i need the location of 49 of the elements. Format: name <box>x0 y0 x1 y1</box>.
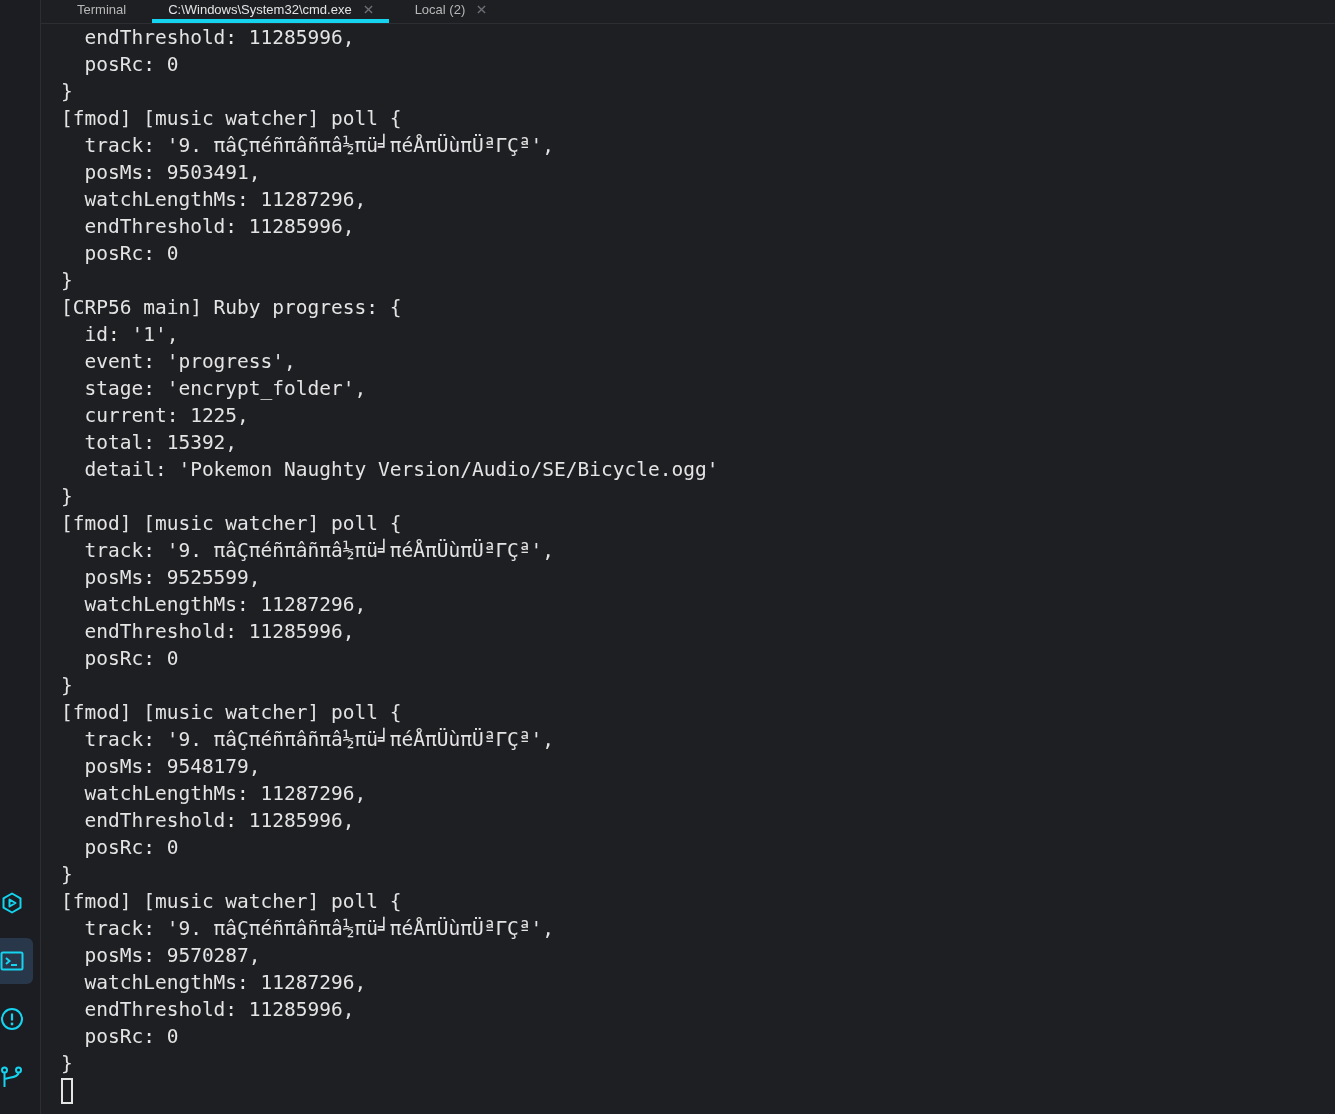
terminal-tab[interactable]: Terminal <box>61 0 143 23</box>
terminal-line: id: '1', <box>83 322 180 348</box>
terminal-line: [fmod] [music watcher] poll { <box>61 700 403 726</box>
terminal-line: [fmod] [music watcher] poll { <box>61 889 403 915</box>
terminal-line: current: 1225, <box>83 403 250 429</box>
activity-button[interactable] <box>0 938 33 984</box>
terminal-line: track: '9. πâÇπéñπâñπâ½πü╛πéÅπÜùπÜªΓÇª', <box>83 915 556 942</box>
terminal-line: } <box>61 484 74 510</box>
close-icon[interactable] <box>477 5 487 14</box>
terminal-line: [fmod] [music watcher] poll { <box>61 511 403 537</box>
terminal-icon <box>0 949 24 973</box>
run-icon <box>0 891 24 915</box>
terminal-line: posRc: 0 <box>83 1024 180 1050</box>
terminal-line: watchLengthMs: 11287296, <box>83 187 368 213</box>
close-icon[interactable] <box>363 5 373 14</box>
terminal-tab[interactable]: Local (2) <box>398 0 503 23</box>
warning-icon <box>0 1007 24 1031</box>
terminal-line: watchLengthMs: 11287296, <box>83 970 368 996</box>
terminal-line: endThreshold: 11285996, <box>83 619 356 645</box>
terminal-line: posMs: 9570287, <box>83 943 262 969</box>
terminal-line: endThreshold: 11285996, <box>83 808 356 834</box>
branch-icon <box>0 1065 24 1089</box>
terminal-line: watchLengthMs: 11287296, <box>83 781 368 807</box>
terminal-line: [CRP56 main] Ruby progress: { <box>61 295 403 321</box>
terminal-line: posRc: 0 <box>83 52 180 78</box>
terminal-line: posRc: 0 <box>83 241 180 267</box>
terminal-line: total: 15392, <box>83 430 239 456</box>
terminal-line: posMs: 9548179, <box>83 754 262 780</box>
terminal-line: posMs: 9525599, <box>83 565 262 591</box>
terminal-line: watchLengthMs: 11287296, <box>83 592 368 618</box>
terminal-line: endThreshold: 11285996, <box>83 997 356 1023</box>
terminal-line: endThreshold: 11285996, <box>83 25 356 51</box>
terminal-line: } <box>61 268 74 294</box>
terminal-line: detail: 'Pokemon Naughty Version/Audio/SE/Bicycle.ogg' <box>83 457 720 483</box>
terminal-tab[interactable]: C:\Windows\System32\cmd.exe <box>152 0 389 23</box>
terminal-line: posRc: 0 <box>83 646 180 672</box>
terminal-line: posMs: 9503491, <box>83 160 262 186</box>
terminal-line: } <box>61 79 74 105</box>
terminal-line: track: '9. πâÇπéñπâñπâ½πü╛πéÅπÜùπÜªΓÇª', <box>83 537 556 564</box>
terminal-line: track: '9. πâÇπéñπâñπâ½πü╛πéÅπÜùπÜªΓÇª', <box>83 132 556 159</box>
terminal-line: stage: 'encrypt_folder', <box>83 376 368 402</box>
terminal-line: posRc: 0 <box>83 835 180 861</box>
terminal-line: } <box>61 673 74 699</box>
terminal-line: track: '9. πâÇπéñπâñπâ½πü╛πéÅπÜùπÜªΓÇª', <box>83 726 556 753</box>
terminal-line: } <box>61 1051 74 1077</box>
terminal-line: } <box>61 862 74 888</box>
terminal-line: endThreshold: 11285996, <box>83 214 356 240</box>
terminal-line: event: 'progress', <box>83 349 297 375</box>
terminal-line: [fmod] [music watcher] poll { <box>61 106 403 132</box>
